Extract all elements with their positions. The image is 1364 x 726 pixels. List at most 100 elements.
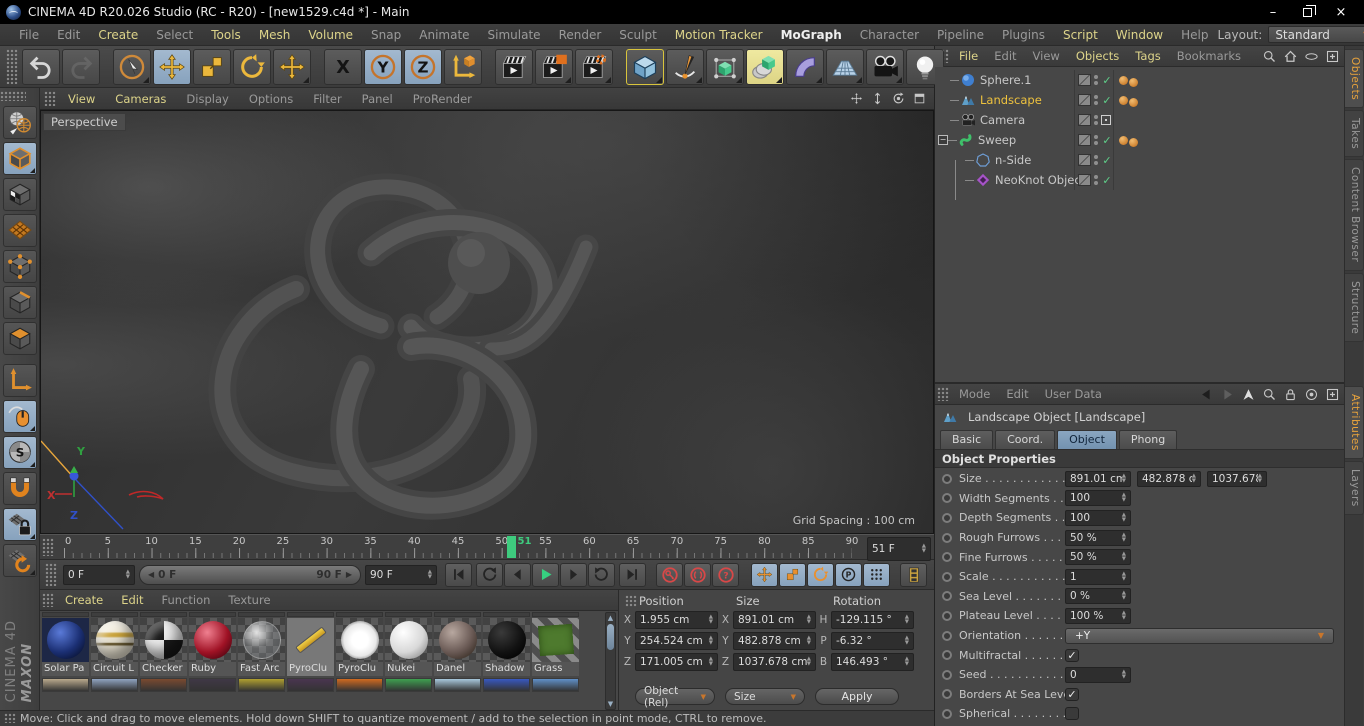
material-item[interactable]: Circuit L	[91, 618, 138, 676]
viewport-menu-cameras[interactable]: Cameras	[105, 92, 176, 106]
spinner-arrows-icon[interactable]: ▲▼	[126, 570, 130, 580]
polygons-mode-button[interactable]	[3, 322, 37, 355]
rotation-p-field[interactable]: -6.32 °▲▼	[831, 632, 914, 650]
object-name[interactable]: Landscape	[980, 93, 1042, 107]
layer-color-swatch[interactable]	[1078, 134, 1091, 146]
add-box-button[interactable]	[1324, 386, 1341, 402]
undo-button[interactable]	[22, 49, 60, 85]
visibility-dots[interactable]	[1094, 175, 1098, 185]
magnet-snap-button[interactable]	[3, 472, 37, 505]
material-item[interactable]: PyroClu	[336, 618, 383, 676]
visibility-dots[interactable]	[1094, 75, 1098, 85]
attribute-checkbox[interactable]	[1065, 707, 1079, 720]
position-x-field[interactable]: 1.955 cm▲▼	[635, 611, 718, 629]
move-button[interactable]	[153, 49, 191, 85]
rotation-b-field[interactable]: 146.493 °▲▼	[831, 653, 914, 671]
coordinate-system-button[interactable]	[444, 49, 482, 85]
spinner-arrows-icon[interactable]: ▲▼	[922, 544, 926, 554]
minimize-button[interactable]: –	[1256, 2, 1290, 22]
panel-drag-handle[interactable]	[0, 91, 26, 101]
side-tab-objects[interactable]: Objects	[1345, 49, 1364, 108]
edges-mode-button[interactable]	[3, 286, 37, 319]
keyframe-help-button[interactable]: ?	[712, 563, 739, 587]
layer-color-swatch[interactable]	[1078, 114, 1091, 126]
key-parameter-button[interactable]: P	[835, 563, 862, 587]
axis-mode-button[interactable]	[3, 364, 37, 397]
search-button[interactable]	[1261, 386, 1278, 402]
add-cube-button[interactable]	[626, 49, 664, 85]
attribute-menu-edit[interactable]: Edit	[998, 387, 1036, 401]
attribute-value-field[interactable]: 100▲▼	[1065, 490, 1131, 506]
menu-volume[interactable]: Volume	[299, 28, 362, 42]
object-tree-row[interactable]: Landscape✓	[935, 90, 1344, 110]
visibility-dots[interactable]	[1094, 95, 1098, 105]
visibility-dots[interactable]	[1094, 155, 1098, 165]
keyframe-bullet-icon[interactable]	[942, 611, 952, 621]
restore-button[interactable]	[1290, 2, 1324, 22]
key-position-button[interactable]	[751, 563, 778, 587]
keyframe-bullet-icon[interactable]	[942, 493, 952, 503]
frame-ruler[interactable]: 05101520253035404550556065707580859051	[56, 535, 860, 559]
active-camera-icon[interactable]	[1101, 115, 1111, 125]
points-mode-button[interactable]	[3, 250, 37, 283]
render-settings-button[interactable]	[575, 49, 613, 85]
material-item[interactable]: Shadow	[483, 618, 530, 676]
object-menu-edit[interactable]: Edit	[986, 49, 1024, 63]
viewport-maximize-button[interactable]	[910, 91, 928, 107]
attribute-dropdown[interactable]: +Y▼	[1065, 628, 1334, 644]
position-y-field[interactable]: 254.524 cm▲▼	[635, 632, 718, 650]
add-deformer-button[interactable]	[786, 49, 824, 85]
menu-render[interactable]: Render	[550, 28, 611, 42]
keyframe-bullet-icon[interactable]	[942, 533, 952, 543]
material-menu-function[interactable]: Function	[153, 593, 220, 607]
filter-eye-button[interactable]	[1303, 48, 1320, 64]
panel-drag-handle[interactable]	[42, 538, 54, 556]
lock-button[interactable]	[1282, 386, 1299, 402]
keyframe-bullet-icon[interactable]	[942, 513, 952, 523]
layer-color-swatch[interactable]	[1078, 174, 1091, 186]
enabled-check-icon[interactable]: ✓	[1101, 134, 1113, 147]
object-tree-row[interactable]: Camera	[935, 110, 1344, 130]
menu-edit[interactable]: Edit	[48, 28, 89, 42]
tab-phong[interactable]: Phong	[1119, 430, 1177, 449]
spinner-arrows-icon[interactable]: ▲▼	[905, 636, 909, 646]
keyframe-bullet-icon[interactable]	[942, 709, 952, 719]
keyframe-bullet-icon[interactable]	[942, 670, 952, 680]
menu-snap[interactable]: Snap	[362, 28, 410, 42]
render-picture-viewer-button[interactable]	[535, 49, 573, 85]
attribute-value-field[interactable]: 100▲▼	[1065, 510, 1131, 526]
keyframe-bullet-icon[interactable]	[942, 572, 952, 582]
size-mode-dropdown[interactable]: Size ▼	[725, 688, 805, 705]
attribute-value-field[interactable]: 1037.678▲▼	[1207, 471, 1267, 487]
spinner-arrows-icon[interactable]: ▲▼	[1122, 552, 1126, 562]
panel-drag-handle[interactable]	[6, 49, 18, 84]
interactive-workplane-button[interactable]	[3, 544, 37, 577]
attribute-section-header[interactable]: Object Properties	[935, 449, 1344, 468]
object-menu-tags[interactable]: Tags	[1127, 49, 1168, 63]
material-menu-texture[interactable]: Texture	[219, 593, 279, 607]
spinner-arrows-icon[interactable]: ▲▼	[1258, 474, 1262, 484]
spinner-arrows-icon[interactable]: ▲▼	[1122, 533, 1126, 543]
keyframe-bullet-icon[interactable]	[942, 650, 952, 660]
spinner-arrows-icon[interactable]: ▲▼	[428, 570, 432, 580]
z-axis-lock-button[interactable]: Z	[404, 49, 442, 85]
menu-character[interactable]: Character	[851, 28, 928, 42]
rotate-button[interactable]	[233, 49, 271, 85]
menu-mesh[interactable]: Mesh	[250, 28, 300, 42]
menu-create[interactable]: Create	[89, 28, 147, 42]
object-tree-row[interactable]: n-Side✓	[935, 150, 1344, 170]
key-pla-button[interactable]	[863, 563, 890, 587]
material-item[interactable]: Ruby	[189, 618, 236, 676]
nav-forward-button[interactable]	[1219, 386, 1236, 402]
preview-range-slider[interactable]: ◀ 0 F 90 F ▶	[139, 565, 361, 585]
position-mode-dropdown[interactable]: Object (Rel) ▼	[635, 688, 715, 705]
spinner-arrows-icon[interactable]: ▲▼	[1122, 572, 1126, 582]
expander-icon[interactable]: −	[938, 135, 948, 145]
object-menu-view[interactable]: View	[1025, 49, 1068, 63]
viewport-menu-display[interactable]: Display	[176, 92, 238, 106]
key-scale-button[interactable]	[779, 563, 806, 587]
object-tree-row[interactable]: Sphere.1✓	[935, 70, 1344, 90]
menu-script[interactable]: Script	[1054, 28, 1107, 42]
texture-tag-icon[interactable]	[1119, 136, 1128, 145]
menu-tools[interactable]: Tools	[202, 28, 250, 42]
